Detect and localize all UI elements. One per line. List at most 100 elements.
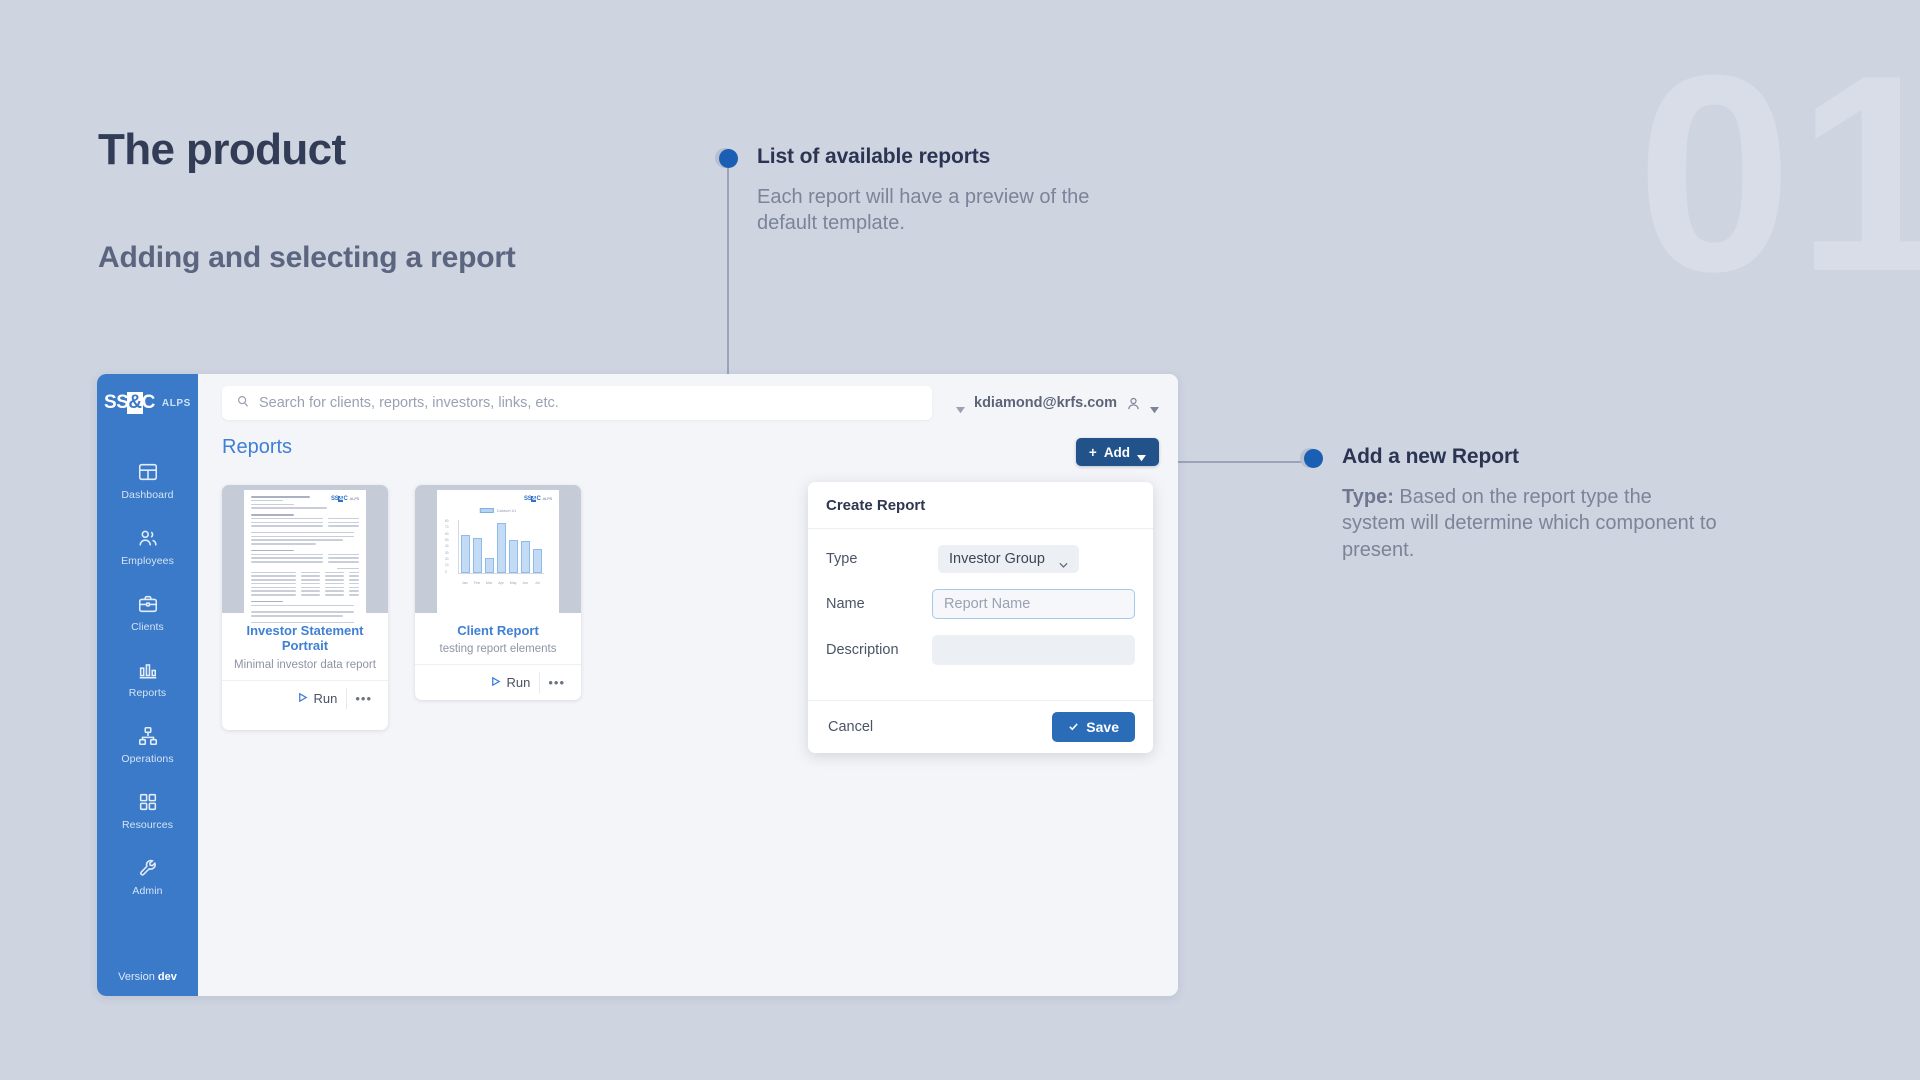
chart-bar (520, 541, 531, 573)
sidebar-item-admin[interactable]: Admin (97, 844, 198, 910)
chart-legend: Dataset #1 (479, 508, 517, 513)
report-card-body: Client Report testing report elements (415, 613, 581, 664)
chart-bar (461, 534, 471, 573)
sidebar-item-clients[interactable]: Clients (97, 580, 198, 646)
create-report-dialog: Create Report Type Investor Group Name R… (808, 482, 1153, 753)
version-label: Version dev (118, 971, 177, 983)
callout-title: List of available reports (757, 145, 991, 168)
dialog-body: Type Investor Group Name Report Name Des… (808, 529, 1153, 700)
run-report-button[interactable]: Run (288, 688, 346, 709)
dashboard-icon (137, 461, 159, 483)
top-bar: Search for clients, reports, investors, … (198, 374, 1178, 432)
preview-bar-chart: Dataset #1 80 70 60 50 40 30 20 10 0 Jan… (444, 496, 552, 588)
sidebar-item-resources[interactable]: Resources (97, 778, 198, 844)
chart-bar (472, 537, 483, 573)
chart-bar (508, 539, 519, 573)
sidebar: SS&C ALPS Dashboard Employees Clients Re… (97, 374, 198, 996)
add-report-button[interactable]: + Add (1075, 438, 1160, 466)
callout-title: Add a new Report (1342, 445, 1519, 468)
user-menu[interactable]: kdiamond@krfs.com (956, 395, 1160, 413)
callout-body: Type: Based on the report type the syste… (1342, 484, 1717, 563)
callout-dot (715, 148, 738, 170)
callout-add-new-report: Add a new Report Type: Based on the repo… (1300, 445, 1717, 563)
logo-subbrand: ALPS (161, 397, 191, 409)
dialog-footer: Cancel Save (808, 700, 1153, 753)
sidebar-item-label: Resources (121, 819, 174, 831)
sidebar-item-label: Clients (131, 621, 164, 633)
chart-y-axis-labels: 80 70 60 50 40 30 20 10 0 (445, 519, 449, 574)
save-button-label: Save (1086, 719, 1119, 735)
chart-x-axis-labels: Jan Feb Mar Apr May Jun Jul (461, 581, 540, 585)
page-title: The product (98, 125, 346, 174)
reports-page-title: Reports (222, 436, 293, 458)
type-label: Type (826, 551, 858, 567)
search-placeholder: Search for clients, reports, investors, … (259, 395, 559, 411)
sidebar-item-reports[interactable]: Reports (97, 646, 198, 712)
report-card-description: Minimal investor data report (234, 658, 376, 671)
report-card[interactable]: SS&C ALPS Dataset #1 80 70 60 50 40 30 2… (415, 485, 581, 701)
type-select[interactable]: Investor Group (938, 545, 1079, 573)
chart-bar (484, 558, 495, 573)
report-card-footer: Run ••• (222, 679, 388, 716)
report-card-title: Investor Statement Portrait (246, 623, 364, 654)
more-options-button[interactable]: ••• (346, 687, 380, 709)
run-button-label: Run (313, 690, 338, 706)
save-button[interactable]: Save (1052, 712, 1135, 742)
chevron-down-icon (956, 400, 965, 413)
run-button-label: Run (506, 675, 531, 691)
run-report-button[interactable]: Run (481, 672, 539, 693)
legend-swatch (479, 508, 494, 513)
sidebar-item-label: Operations (121, 753, 174, 765)
name-input-placeholder: Report Name (944, 596, 1031, 612)
description-input[interactable] (932, 635, 1135, 665)
check-icon (1068, 719, 1079, 735)
form-row-description: Description (826, 635, 1135, 665)
sidebar-item-label: Dashboard (121, 489, 174, 501)
report-card-title: Client Report (457, 623, 539, 638)
sidebar-item-label: Employees (121, 555, 174, 567)
chevron-down-icon (1150, 400, 1160, 413)
slide-canvas: 01 The product Adding and selecting a re… (0, 0, 1920, 1080)
callout-body-rest: Based on the report type the system will… (1342, 486, 1717, 561)
add-button-label: Add (1103, 444, 1131, 460)
chart-preview: SS&C ALPS Dataset #1 80 70 60 50 40 30 2… (437, 490, 559, 613)
chevron-down-icon (1137, 449, 1147, 461)
briefcase-icon (137, 593, 159, 615)
type-select-value: Investor Group (949, 551, 1045, 567)
play-icon (297, 691, 308, 706)
sidebar-item-dashboard[interactable]: Dashboard (97, 448, 198, 514)
sidebar-item-label: Reports (128, 687, 167, 699)
chart-bar (532, 549, 542, 573)
form-row-name: Name Report Name (826, 589, 1135, 619)
search-icon (236, 394, 250, 413)
form-row-type: Type Investor Group (826, 545, 1135, 573)
user-email: kdiamond@krfs.com (974, 395, 1118, 411)
sidebar-item-operations[interactable]: Operations (97, 712, 198, 778)
more-options-button[interactable]: ••• (539, 672, 573, 694)
chart-bar (496, 522, 507, 573)
name-label: Name (826, 596, 865, 612)
callout-list-of-reports: List of available reports Each report wi… (715, 145, 1132, 237)
legend-label: Dataset #1 (496, 508, 517, 513)
user-icon (1126, 396, 1141, 411)
preview-logo: SS&C ALPS (331, 496, 359, 502)
grid-icon (137, 791, 159, 813)
callout-dot (1300, 448, 1323, 470)
cancel-button[interactable]: Cancel (826, 714, 875, 740)
people-icon (137, 527, 159, 549)
name-input[interactable]: Report Name (932, 589, 1135, 619)
report-card[interactable]: SS&C ALPS Investor Statement Portrait Mi… (222, 485, 388, 730)
description-label: Description (826, 642, 899, 658)
sidebar-item-employees[interactable]: Employees (97, 514, 198, 580)
search-input[interactable]: Search for clients, reports, investors, … (222, 386, 932, 420)
report-card-footer: Run ••• (415, 664, 581, 700)
play-icon (490, 675, 501, 690)
report-thumbnail: SS&C ALPS (222, 485, 388, 624)
bar-chart-icon (137, 659, 159, 681)
sidebar-item-label: Admin (132, 885, 163, 897)
chevron-down-icon (1059, 556, 1068, 568)
page-subtitle: Adding and selecting a report (98, 241, 516, 274)
report-card-description: testing report elements (439, 643, 557, 656)
dialog-title: Create Report (808, 482, 1153, 529)
logo-text: SS&C (104, 392, 155, 414)
